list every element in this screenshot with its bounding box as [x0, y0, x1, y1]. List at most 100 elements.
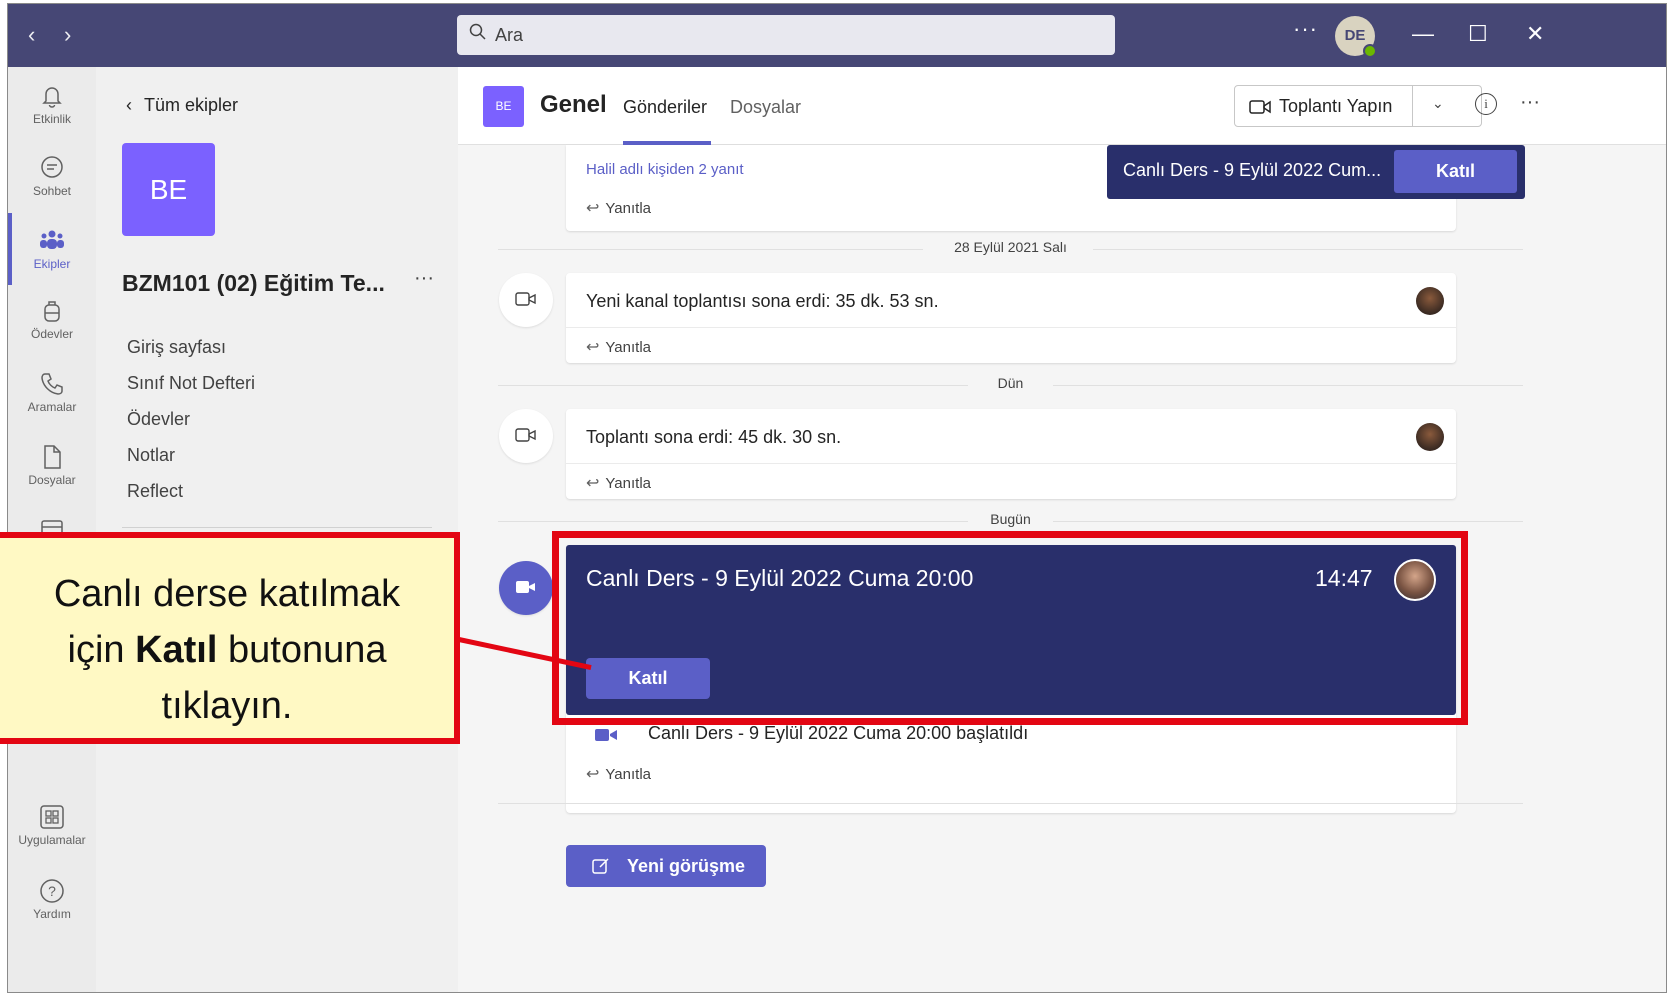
- rail-item-chat[interactable]: Sohbet: [8, 154, 96, 198]
- card-divider: [566, 463, 1456, 464]
- post-message: Yeni kanal toplantısı sona erdi: 35 dk. …: [586, 291, 939, 311]
- channel-name: Genel: [540, 91, 607, 118]
- reply-label: Yanıtla: [605, 475, 651, 492]
- back-arrow-icon[interactable]: ‹: [28, 22, 35, 48]
- avatar-initials: DE: [1344, 27, 1366, 44]
- date-separator: Dün: [498, 375, 1523, 395]
- separator-line: [1053, 521, 1523, 522]
- tab-posts[interactable]: Gönderiler: [623, 97, 707, 118]
- rail-item-help[interactable]: ? Yardım: [8, 877, 96, 921]
- post-card: Yeni kanal toplantısı sona erdi: 35 dk. …: [566, 273, 1456, 363]
- reply-label: Yanıtla: [605, 339, 651, 356]
- date-label: 28 Eylül 2021 Salı: [954, 239, 1067, 255]
- feed-divider: [498, 803, 1523, 804]
- rail-item-activity[interactable]: Etkinlik: [8, 82, 96, 126]
- rail-item-apps[interactable]: Uygulamalar: [8, 803, 96, 847]
- author-avatar: [1416, 423, 1444, 451]
- status-available-icon: [1363, 44, 1377, 58]
- callout-line-1: Canlı derse katılmak: [53, 573, 401, 615]
- separator-line: [1093, 249, 1523, 250]
- forward-arrow-icon[interactable]: ›: [64, 22, 71, 48]
- rail-label: Ekipler: [33, 257, 71, 271]
- title-bar: ‹ › Ara ··· DE — ☐ ✕: [8, 4, 1666, 67]
- tab-files[interactable]: Dosyalar: [730, 97, 801, 118]
- video-camera-icon: [1249, 100, 1271, 114]
- rail-item-assignments[interactable]: Ödevler: [8, 297, 96, 341]
- rail-label: Dosyalar: [28, 473, 76, 487]
- meeting-banner-title: Canlı Ders - 9 Eylül 2022 Cum...: [1123, 160, 1382, 180]
- meet-now-label: Toplantı Yapın: [1279, 96, 1393, 116]
- new-conversation-button[interactable]: Yeni görüşme: [566, 845, 766, 887]
- rail-item-calls[interactable]: Aramalar: [8, 370, 96, 414]
- backpack-icon: [44, 301, 60, 322]
- close-icon[interactable]: ✕: [1526, 21, 1544, 47]
- bell-icon: [42, 87, 62, 108]
- header-more-icon[interactable]: ···: [1520, 91, 1540, 114]
- reply-button[interactable]: ↩ Yanıtla: [586, 337, 651, 357]
- team-divider: [122, 527, 432, 528]
- rail-label: Uygulamalar: [18, 833, 86, 847]
- callout-line-2-pre: için: [67, 629, 136, 671]
- new-conversation-label: Yeni görüşme: [627, 856, 746, 876]
- highlight-frame: [552, 531, 1468, 725]
- reply-button[interactable]: ↩ Yanıtla: [586, 473, 651, 493]
- channel-header: BE Genel Gönderiler Dosyalar Toplantı Ya…: [458, 67, 1666, 145]
- team-more-icon[interactable]: ···: [414, 267, 434, 290]
- separator-line: [498, 385, 968, 386]
- meeting-started-text: Canlı Ders - 9 Eylül 2022 Cuma 20:00 baş…: [648, 723, 1029, 743]
- date-separator: Bugün: [498, 511, 1523, 531]
- team-name[interactable]: BZM101 (02) Eğitim Te...: [122, 270, 385, 297]
- team-link-reflect[interactable]: Reflect: [127, 481, 183, 502]
- apps-icon: [40, 805, 64, 829]
- meeting-icon-badge: [499, 273, 553, 327]
- reply-arrow-icon: ↩: [586, 475, 600, 492]
- callout-line-2-post: butonuna: [217, 629, 387, 671]
- meet-now-button[interactable]: Toplantı Yapın ⌄: [1234, 85, 1482, 127]
- teams-window: ‹ › Ara ··· DE — ☐ ✕ Etkinlik Sohbet Eki…: [7, 3, 1667, 993]
- more-options-icon[interactable]: ···: [1293, 16, 1318, 42]
- reply-arrow-icon: ↩: [586, 339, 600, 356]
- teams-icon: [40, 230, 64, 249]
- meeting-icon-badge: [499, 409, 553, 463]
- team-link-notebook[interactable]: Sınıf Not Defteri: [127, 373, 255, 394]
- maximize-icon[interactable]: ☐: [1468, 21, 1488, 47]
- reply-button[interactable]: ↩ Yanıtla: [586, 198, 651, 218]
- reply-button[interactable]: ↩ Yanıtla: [586, 764, 651, 784]
- channel-team-tile: BE: [483, 86, 524, 127]
- reply-label: Yanıtla: [605, 200, 651, 217]
- team-avatar-tile: BE: [122, 143, 215, 236]
- callout-line-3: tıklayın.: [161, 685, 293, 727]
- channel-main: BE Genel Gönderiler Dosyalar Toplantı Ya…: [458, 67, 1666, 992]
- rail-label: Aramalar: [27, 400, 77, 414]
- reply-arrow-icon: ↩: [586, 766, 600, 783]
- phone-icon: [41, 373, 63, 395]
- video-camera-icon: [595, 729, 617, 741]
- all-teams-label: Tüm ekipler: [144, 95, 239, 115]
- team-link-home[interactable]: Giriş sayfası: [127, 337, 226, 358]
- video-camera-icon: [515, 428, 536, 442]
- user-avatar[interactable]: DE: [1335, 16, 1377, 58]
- file-icon: [44, 445, 61, 469]
- rail-item-files[interactable]: Dosyalar: [8, 443, 96, 487]
- info-icon[interactable]: i: [1475, 93, 1497, 115]
- team-link-grades[interactable]: Notlar: [127, 445, 175, 466]
- help-icon: ?: [40, 879, 64, 903]
- date-separator: 28 Eylül 2021 Salı: [498, 239, 1523, 259]
- rail-item-teams[interactable]: Ekipler: [8, 227, 96, 271]
- replies-link[interactable]: Halil adlı kişiden 2 yanıt: [586, 161, 744, 178]
- team-link-assignments[interactable]: Ödevler: [127, 409, 190, 430]
- reply-arrow-icon: ↩: [586, 200, 600, 217]
- rail-label: Etkinlik: [32, 112, 71, 126]
- video-camera-icon: [516, 581, 535, 593]
- separator-line: [498, 249, 923, 250]
- date-label: Dün: [997, 375, 1024, 391]
- rail-label: Yardım: [33, 907, 71, 921]
- chevron-down-icon[interactable]: ⌄: [1432, 95, 1444, 112]
- card-divider: [566, 327, 1456, 328]
- chevron-left-icon: ‹: [126, 95, 132, 115]
- svg-text:?: ?: [48, 883, 56, 899]
- minimize-icon[interactable]: —: [1412, 21, 1434, 47]
- search-box[interactable]: Ara: [457, 15, 1115, 55]
- banner-join-button[interactable]: Katıl: [1394, 150, 1517, 193]
- all-teams-link[interactable]: ‹ Tüm ekipler: [126, 95, 238, 116]
